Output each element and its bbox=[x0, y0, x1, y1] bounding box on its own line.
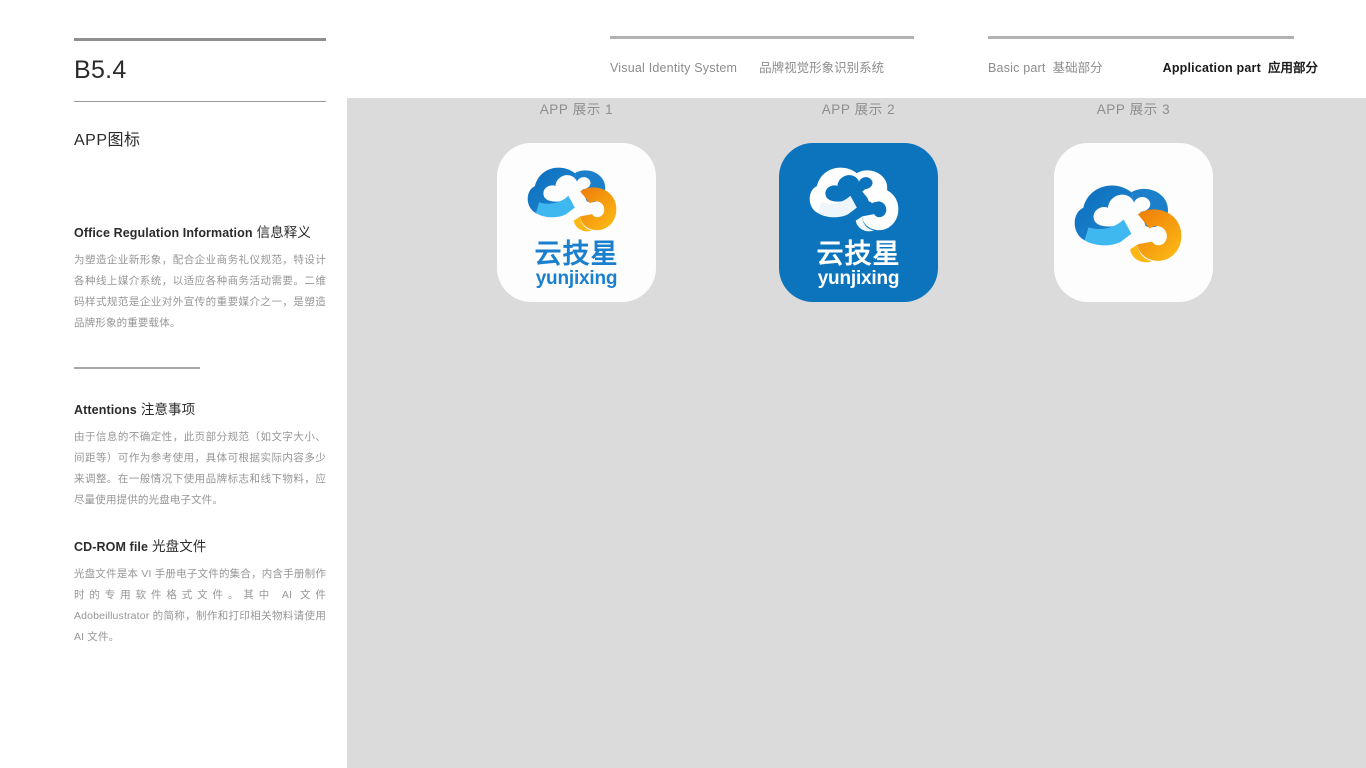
page-title: APP图标 bbox=[74, 132, 141, 149]
nav-rule-right bbox=[988, 36, 1294, 39]
wordmark-cn-1: 云技星 bbox=[534, 238, 619, 270]
section-heading-en: CD-ROM file bbox=[74, 539, 149, 554]
nav-label-basic-en[interactable]: Basic part bbox=[988, 61, 1046, 75]
sidebar-rule-short bbox=[74, 367, 200, 369]
app-icon-showcase-3: APP 展示 3 bbox=[1054, 98, 1213, 302]
section-body-cdrom: 光盘文件是本 VI 手册电子文件的集合，内含手册制作时的专用软件格式文件。其中 … bbox=[74, 567, 326, 643]
app-icon-wordmark-1: 云技星 yunjixing bbox=[535, 241, 619, 288]
section-body-attentions: 由于信息的不确定性，此页部分规范（如文字大小、间距等）可作为参考使用，具体可根据… bbox=[74, 430, 326, 506]
nav-group-parts: Basic part 基础部分 Application part 应用部分 bbox=[988, 36, 1318, 76]
section-body-office-regulation: 为塑造企业新形象，配合企业商务礼仪规范，特设计各种线上媒介系统，以适应各种商务活… bbox=[74, 254, 326, 329]
app-icon-wordmark-2: 云技星 yunjixing bbox=[817, 241, 901, 288]
section-heading-cn: 光盘文件 bbox=[152, 538, 207, 554]
nav-label-application-cn[interactable]: 应用部分 bbox=[1268, 57, 1318, 76]
nav-labels-right: Basic part 基础部分 Application part 应用部分 bbox=[988, 57, 1318, 76]
nav-labels-left: Visual Identity System 品牌视觉形象识别系统 bbox=[610, 57, 914, 76]
nav-label-basic-cn[interactable]: 基础部分 bbox=[1053, 57, 1103, 76]
section-cdrom-file: CD-ROM file 光盘文件 光盘文件是本 VI 手册电子文件的集合，内含手册… bbox=[74, 535, 326, 648]
showcase-stage: APP 展示 1 云技星 yunjixing APP 展示 2 云技星 yunj… bbox=[347, 98, 1366, 768]
wordmark-cn-2: 云技星 bbox=[816, 238, 901, 270]
sidebar-rule-mid bbox=[74, 100, 326, 102]
app-icon-tile-1[interactable]: 云技星 yunjixing bbox=[497, 143, 656, 302]
section-heading-cdrom: CD-ROM file 光盘文件 bbox=[74, 535, 326, 555]
section-office-regulation: Office Regulation Information 信息释义 为塑造企业新… bbox=[74, 221, 326, 334]
app-icon-caption-3: APP 展示 3 bbox=[1096, 102, 1171, 117]
app-icon-tile-3[interactable] bbox=[1054, 143, 1213, 302]
wordmark-en-2: yunjixing bbox=[817, 267, 900, 289]
brand-cloud-logo-icon bbox=[523, 158, 631, 239]
app-icon-showcase-2: APP 展示 2 云技星 yunjixing bbox=[779, 98, 938, 302]
nav-label-application-en[interactable]: Application part bbox=[1163, 61, 1261, 75]
section-attentions: Attentions 注意事项 由于信息的不确定性，此页部分规范（如文字大小、间距… bbox=[74, 398, 326, 511]
section-heading-office-regulation: Office Regulation Information 信息释义 bbox=[74, 221, 326, 241]
wordmark-en-1: yunjixing bbox=[535, 267, 618, 289]
app-icon-caption-1: APP 展示 1 bbox=[539, 102, 614, 117]
nav-label-vis-en[interactable]: Visual Identity System bbox=[610, 61, 737, 75]
section-heading-attentions: Attentions 注意事项 bbox=[74, 398, 326, 418]
section-heading-cn: 信息释义 bbox=[256, 225, 312, 240]
section-heading-en: Office Regulation Information bbox=[74, 226, 253, 240]
app-icon-tile-2[interactable]: 云技星 yunjixing bbox=[779, 143, 938, 302]
nav-rule-left bbox=[610, 36, 914, 39]
sidebar: B5.4 APP图标 Office Regulation Information… bbox=[74, 38, 326, 648]
section-heading-cn: 注意事项 bbox=[140, 401, 196, 417]
page-code: B5.4 bbox=[74, 56, 127, 84]
app-icon-caption-2: APP 展示 2 bbox=[821, 102, 896, 117]
brand-cloud-logo-icon bbox=[1069, 174, 1199, 272]
sidebar-rule-top bbox=[74, 38, 326, 41]
nav-group-visual-identity: Visual Identity System 品牌视觉形象识别系统 bbox=[610, 36, 914, 76]
brand-cloud-logo-icon bbox=[805, 158, 913, 239]
nav-label-vis-cn[interactable]: 品牌视觉形象识别系统 bbox=[759, 57, 884, 76]
section-heading-en: Attentions bbox=[74, 402, 137, 417]
app-icon-showcase-1: APP 展示 1 云技星 yunjixing bbox=[497, 98, 656, 302]
